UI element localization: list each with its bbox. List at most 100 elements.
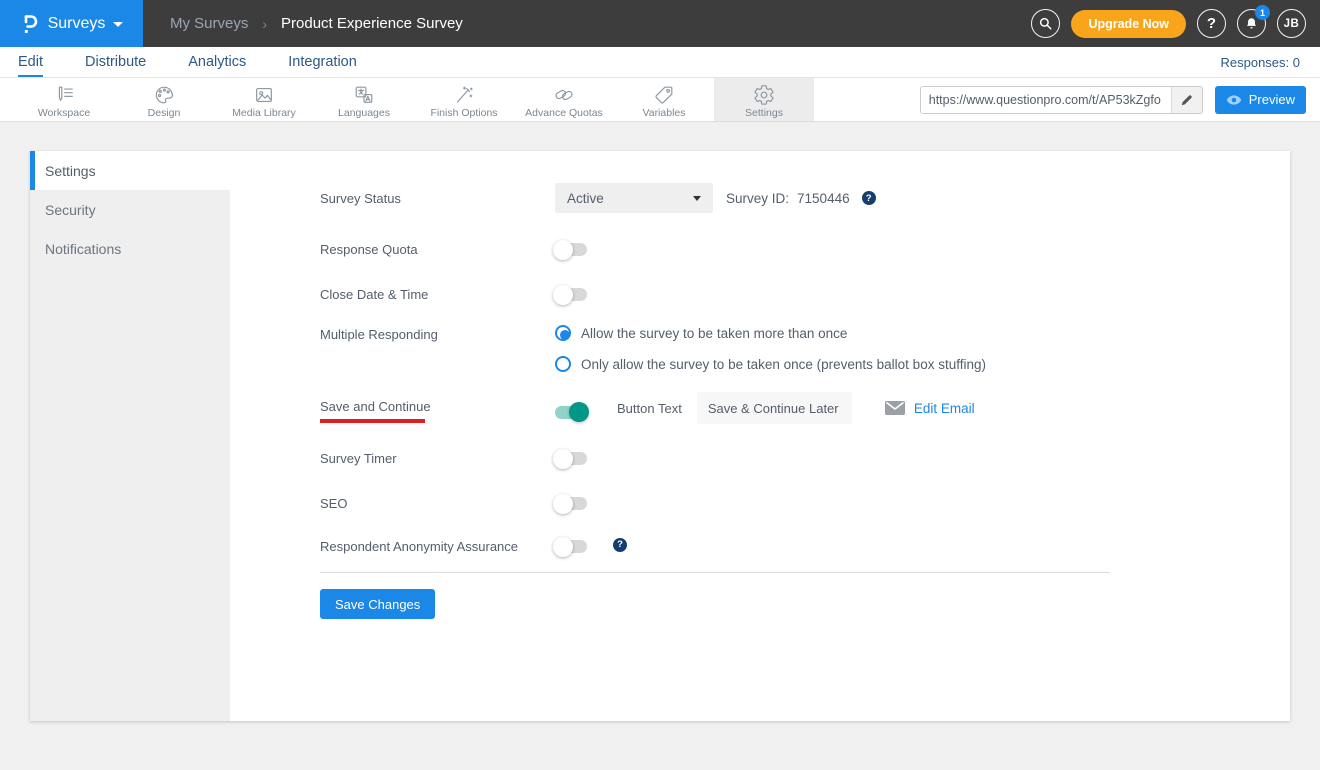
toolbar-item-settings[interactable]: Settings <box>714 78 814 121</box>
sidebar-item-settings[interactable]: Settings <box>30 151 230 190</box>
top-header: Surveys My Surveys › Product Experience … <box>0 0 1320 47</box>
radio-allow-once[interactable]: Only allow the survey to be taken once (… <box>555 356 986 372</box>
multiple-responding-options: Allow the survey to be taken more than o… <box>555 325 986 372</box>
sidebar-item-security[interactable]: Security <box>30 190 230 229</box>
toolbar-item-languages[interactable]: Languages <box>314 78 414 121</box>
toolbar-item-label: Advance Quotas <box>525 107 603 119</box>
preview-label: Preview <box>1249 92 1295 107</box>
toggle-knob <box>553 494 573 514</box>
row-multiple-responding: Multiple Responding Allow the survey to … <box>320 325 1290 372</box>
eye-icon <box>1226 94 1242 106</box>
avatar[interactable]: JB <box>1277 9 1306 38</box>
edit-email-link: Edit Email <box>914 401 975 416</box>
variables-icon <box>653 84 675 106</box>
questionpro-logo-icon <box>20 12 40 36</box>
toggle-knob <box>553 240 573 260</box>
responses-count[interactable]: Responses: 0 <box>1221 55 1301 70</box>
toolbar-items: Workspace Design Media Library Languages <box>14 78 814 121</box>
survey-url-input[interactable] <box>921 87 1171 113</box>
settings-card: Settings Security Notifications Survey S… <box>30 151 1290 721</box>
toolbar-item-label: Languages <box>338 107 390 119</box>
toolbar-item-finish-options[interactable]: Finish Options <box>414 78 514 121</box>
help-glyph: ? <box>1207 15 1216 32</box>
tab-integration[interactable]: Integration <box>288 47 357 77</box>
response-quota-label: Response Quota <box>320 235 555 257</box>
anonymity-help-icon[interactable]: ? <box>613 538 627 552</box>
sidebar-item-notifications[interactable]: Notifications <box>30 229 230 268</box>
survey-timer-toggle[interactable] <box>555 452 587 465</box>
survey-status-select[interactable]: Active <box>555 183 713 213</box>
nav-tabs: Edit Distribute Analytics Integration <box>18 47 357 77</box>
toolbar-item-label: Workspace <box>38 107 90 119</box>
breadcrumb-separator-icon: › <box>262 16 267 32</box>
search-button[interactable] <box>1031 9 1060 38</box>
finish-options-icon <box>453 84 475 106</box>
anonymity-toggle[interactable] <box>555 540 587 553</box>
row-close-date: Close Date & Time <box>320 280 1290 302</box>
radio-allow-multiple[interactable]: Allow the survey to be taken more than o… <box>555 325 986 341</box>
radio-unselected-icon <box>555 356 571 372</box>
toolbar-item-advance-quotas[interactable]: Advance Quotas <box>514 78 614 121</box>
tutorial-highlight-underline <box>320 419 425 423</box>
tab-edit[interactable]: Edit <box>18 47 43 77</box>
response-quota-toggle[interactable] <box>555 243 587 256</box>
survey-status-value: Active <box>567 191 604 206</box>
row-save-and-continue: Save and Continue Button Text Edit Email <box>320 392 1290 424</box>
save-changes-button[interactable]: Save Changes <box>320 589 435 619</box>
close-date-label: Close Date & Time <box>320 280 555 302</box>
product-name: Surveys <box>48 15 106 33</box>
preview-button[interactable]: Preview <box>1215 86 1306 114</box>
toolbar-item-media-library[interactable]: Media Library <box>214 78 314 121</box>
close-date-toggle[interactable] <box>555 288 587 301</box>
toggle-knob <box>553 449 573 469</box>
edit-email-action[interactable]: Edit Email <box>885 401 975 416</box>
row-anonymity: Respondent Anonymity Assurance ? <box>320 532 1290 554</box>
radio-selected-icon <box>555 325 571 341</box>
toolbar-item-label: Settings <box>745 107 783 119</box>
row-seo: SEO <box>320 489 1290 511</box>
design-icon <box>153 84 175 106</box>
toggle-knob <box>553 285 573 305</box>
help-button[interactable]: ? <box>1197 9 1226 38</box>
button-text-input[interactable] <box>697 392 852 424</box>
tab-distribute[interactable]: Distribute <box>85 47 146 77</box>
product-switcher[interactable]: Surveys <box>0 0 143 47</box>
chevron-down-icon <box>693 196 701 201</box>
survey-id-help-icon[interactable]: ? <box>862 191 876 205</box>
search-icon <box>1038 16 1053 31</box>
toolbar-item-label: Design <box>148 107 181 119</box>
toolbar-item-variables[interactable]: Variables <box>614 78 714 121</box>
tab-analytics[interactable]: Analytics <box>188 47 246 77</box>
survey-status-label: Survey Status <box>320 183 555 206</box>
settings-form: Survey Status Active Survey ID: 7150446 … <box>230 151 1290 721</box>
toggle-knob <box>569 402 589 422</box>
form-divider <box>320 572 1110 573</box>
seo-toggle[interactable] <box>555 497 587 510</box>
survey-id-value: 7150446 <box>797 191 850 206</box>
seo-label: SEO <box>320 489 555 511</box>
settings-gear-icon <box>753 84 775 106</box>
advance-quotas-icon <box>553 84 575 106</box>
upgrade-now-button[interactable]: Upgrade Now <box>1071 10 1186 38</box>
notifications-button[interactable]: 1 <box>1237 9 1266 38</box>
multiple-responding-label: Multiple Responding <box>320 325 555 342</box>
chevron-down-icon <box>113 22 123 27</box>
toolbar-item-workspace[interactable]: Workspace <box>14 78 114 121</box>
page-body: Settings Security Notifications Survey S… <box>0 122 1320 721</box>
save-and-continue-text: Save and Continue <box>320 399 431 414</box>
notification-badge: 1 <box>1255 5 1270 20</box>
radio-label: Allow the survey to be taken more than o… <box>581 326 847 341</box>
survey-nav: Edit Distribute Analytics Integration Re… <box>0 47 1320 78</box>
row-survey-timer: Survey Timer <box>320 444 1290 466</box>
header-actions: Upgrade Now ? 1 JB <box>1031 0 1320 47</box>
save-and-continue-toggle[interactable] <box>555 406 587 419</box>
edit-url-button[interactable] <box>1171 87 1202 113</box>
toolbar-item-label: Finish Options <box>430 107 497 119</box>
breadcrumb: My Surveys › Product Experience Survey <box>170 0 463 47</box>
avatar-initials: JB <box>1284 18 1300 30</box>
radio-label: Only allow the survey to be taken once (… <box>581 357 986 372</box>
breadcrumb-my-surveys[interactable]: My Surveys <box>170 15 248 32</box>
survey-timer-label: Survey Timer <box>320 444 555 466</box>
mail-icon <box>885 401 905 415</box>
toolbar-item-design[interactable]: Design <box>114 78 214 121</box>
